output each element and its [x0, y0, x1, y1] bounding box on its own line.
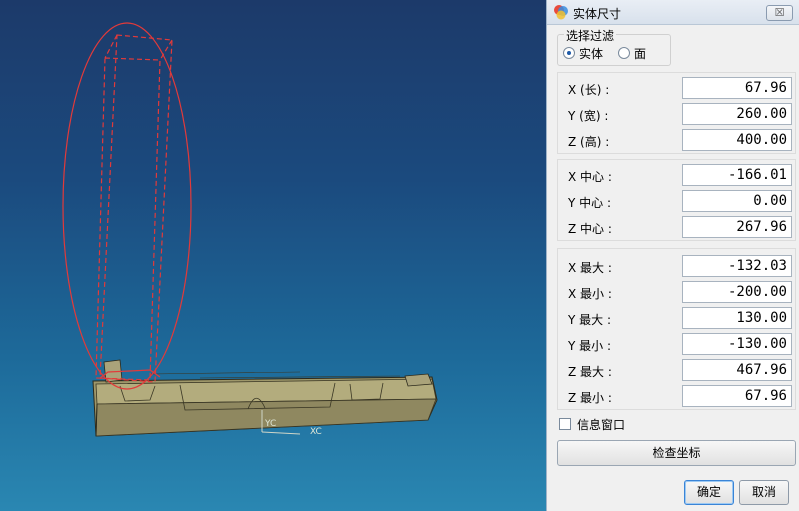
center-x-field[interactable]: -166.01 [682, 164, 792, 186]
radio-face-label[interactable]: 面 [634, 45, 646, 62]
close-button[interactable]: ☒ [766, 5, 793, 21]
y-max-label: Y 最大 : [568, 313, 612, 327]
dialog-titlebar[interactable]: 实体尺寸 ☒ [547, 0, 799, 25]
size-x-field[interactable]: 67.96 [682, 77, 792, 99]
info-window-checkbox[interactable] [559, 418, 571, 430]
model-drawing: YC XC [62, 22, 438, 437]
y-max-field[interactable]: 130.00 [682, 307, 792, 329]
size-z-field[interactable]: 400.00 [682, 129, 792, 151]
selection-filter-legend: 选择过滤 [564, 27, 617, 44]
extent-row-xmax: X 最大 : -132.03 [558, 254, 795, 280]
selected-solid-highlight [62, 22, 192, 390]
center-y-field[interactable]: 0.00 [682, 190, 792, 212]
extents-panel: X 最大 : -132.03 X 最小 : -200.00 Y 最大 : 130… [557, 248, 796, 410]
cancel-button[interactable]: 取消 [739, 480, 789, 505]
z-max-field[interactable]: 467.96 [682, 359, 792, 381]
z-max-label: Z 最大 : [568, 365, 612, 379]
x-max-field[interactable]: -132.03 [682, 255, 792, 277]
size-panel: X (长) : 67.96 Y (宽) : 260.00 Z (高) : 400… [557, 72, 796, 154]
size-row-z: Z (高) : 400.00 [558, 128, 795, 154]
size-x-label: X (长) : [568, 83, 610, 97]
y-min-label: Y 最小 : [568, 339, 612, 353]
check-coordinates-button[interactable]: 检查坐标 [557, 440, 796, 466]
x-max-label: X 最大 : [568, 261, 612, 275]
center-z-field[interactable]: 267.96 [682, 216, 792, 238]
center-panel: X 中心 : -166.01 Y 中心 : 0.00 Z 中心 : 267.96 [557, 159, 796, 241]
extent-row-xmin: X 最小 : -200.00 [558, 280, 795, 306]
app-logo-icon [554, 5, 568, 20]
y-min-field[interactable]: -130.00 [682, 333, 792, 355]
center-x-label: X 中心 : [568, 170, 612, 184]
selection-filter-group: 选择过滤 实体 面 [557, 27, 671, 66]
extent-row-zmax: Z 最大 : 467.96 [558, 358, 795, 384]
radio-solid-label[interactable]: 实体 [579, 45, 603, 62]
extent-row-ymax: Y 最大 : 130.00 [558, 306, 795, 332]
x-min-field[interactable]: -200.00 [682, 281, 792, 303]
axis-label-yc: YC [264, 419, 276, 429]
extent-row-zmin: Z 最小 : 67.96 [558, 384, 795, 410]
size-y-label: Y (宽) : [568, 109, 609, 123]
z-min-label: Z 最小 : [568, 391, 612, 405]
center-z-label: Z 中心 : [568, 222, 612, 236]
center-row-z: Z 中心 : 267.96 [558, 215, 795, 241]
x-min-label: X 最小 : [568, 287, 612, 301]
size-z-label: Z (高) : [568, 135, 610, 149]
dialog-title: 实体尺寸 [573, 7, 622, 21]
radio-solid[interactable] [563, 47, 575, 59]
solid-size-dialog: 实体尺寸 ☒ 选择过滤 实体 面 X (长) : 67.96 Y (宽) : 2… [546, 0, 799, 511]
center-row-x: X 中心 : -166.01 [558, 163, 795, 189]
extent-row-ymin: Y 最小 : -130.00 [558, 332, 795, 358]
center-row-y: Y 中心 : 0.00 [558, 189, 795, 215]
size-row-y: Y (宽) : 260.00 [558, 102, 795, 128]
center-y-label: Y 中心 : [568, 196, 612, 210]
radio-face[interactable] [618, 47, 630, 59]
3d-viewport[interactable]: YC XC [0, 0, 546, 511]
ok-button[interactable]: 确定 [684, 480, 734, 505]
size-row-x: X (长) : 67.96 [558, 76, 795, 102]
z-min-field[interactable]: 67.96 [682, 385, 792, 407]
info-window-label[interactable]: 信息窗口 [577, 416, 625, 433]
axis-label-xc: XC [310, 427, 322, 437]
size-y-field[interactable]: 260.00 [682, 103, 792, 125]
